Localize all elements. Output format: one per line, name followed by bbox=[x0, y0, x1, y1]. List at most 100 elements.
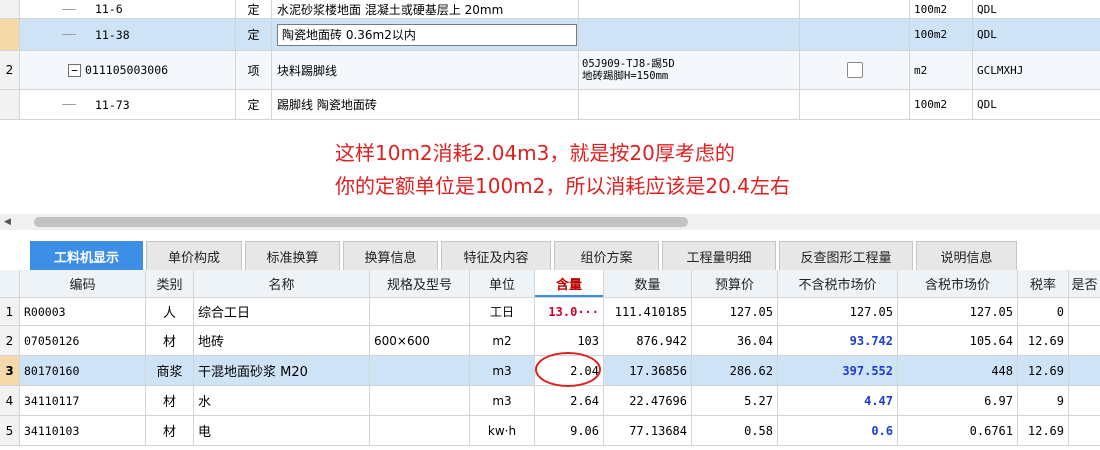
row-name-editor[interactable]: 陶瓷地面砖 0.36m2以内 bbox=[277, 23, 577, 46]
row-market-price-excl-tax[interactable]: 397.552 bbox=[778, 356, 898, 385]
row-market-price-incl-tax[interactable]: 127.05 bbox=[898, 298, 1018, 325]
row-market-price-excl-tax[interactable]: 127.05 bbox=[778, 298, 898, 325]
header-amount[interactable]: 数量 bbox=[604, 270, 692, 297]
header-name[interactable]: 名称 bbox=[194, 270, 370, 297]
row-qty[interactable]: 103 bbox=[535, 326, 604, 355]
table-row[interactable]: 11-6 定 水泥砂浆楼地面 混凝土或硬基层上 20mm 100m2 QDL bbox=[0, 0, 1100, 19]
tab-conversion-info[interactable]: 换算信息 bbox=[343, 241, 438, 270]
row-rule: GCLMXHJ bbox=[977, 63, 1024, 77]
header-code[interactable]: 编码 bbox=[20, 270, 146, 297]
row-spec bbox=[370, 386, 470, 415]
scrollbar-thumb[interactable] bbox=[34, 217, 688, 227]
tab-unit-price-composition[interactable]: 单价构成 bbox=[146, 241, 242, 270]
row-market-price-excl-tax[interactable]: 0.6 bbox=[778, 416, 898, 445]
row-whether bbox=[1069, 326, 1100, 355]
table-row[interactable]: 11-73 定 踢脚线 陶瓷地面砖 100m2 QDL bbox=[0, 90, 1100, 120]
row-unit: m3 bbox=[470, 386, 535, 415]
header-qty-underline bbox=[535, 295, 603, 297]
row-name: 块料踢脚线 bbox=[272, 51, 579, 89]
row-tax-rate[interactable]: 12.69 bbox=[1018, 356, 1069, 385]
row-check-cell bbox=[800, 90, 910, 119]
row-unit: m2 bbox=[470, 326, 535, 355]
row-tax-rate[interactable]: 9 bbox=[1018, 386, 1069, 415]
scroll-left-icon[interactable]: ◀ bbox=[4, 217, 11, 227]
row-qty[interactable]: 9.06 bbox=[535, 416, 604, 445]
row-spec-line: 地砖踢脚H=150mm bbox=[582, 70, 669, 82]
row-tax-rate[interactable]: 12.69 bbox=[1018, 416, 1069, 445]
row-rule: QDL bbox=[977, 28, 997, 41]
header-tax-rate[interactable]: 税率 bbox=[1018, 270, 1069, 297]
tab-quantity-details[interactable]: 工程量明细 bbox=[662, 241, 776, 270]
row-code: 11-38 bbox=[20, 19, 236, 50]
tab-standard-conversion[interactable]: 标准换算 bbox=[245, 241, 340, 270]
row-name: 水泥砂浆楼地面 混凝土或硬基层上 20mm bbox=[272, 0, 579, 18]
header-budget-price[interactable]: 预算价 bbox=[692, 270, 778, 297]
row-unit: m2 bbox=[910, 51, 973, 89]
row-code: 11-6 bbox=[20, 0, 236, 18]
row-index: 3 bbox=[0, 356, 20, 385]
row-spec bbox=[370, 416, 470, 445]
row-amount: 22.47696 bbox=[604, 386, 692, 415]
row-qty[interactable]: 2.64 bbox=[535, 386, 604, 415]
row-type: 定 bbox=[236, 19, 272, 50]
table-row-selected[interactable]: 11-38 定 陶瓷地面砖 0.36m2以内 100m2 QDL bbox=[0, 19, 1100, 51]
tab-features-content[interactable]: 特征及内容 bbox=[441, 241, 551, 270]
row-code: 07050126 bbox=[20, 326, 146, 355]
table-header: 编码 类别 名称 规格及型号 单位 含量 数量 预算价 不含税市场价 含税市场价… bbox=[0, 270, 1100, 298]
table-row[interactable]: 4 34110117 材 水 m3 2.64 22.47696 5.27 4.4… bbox=[0, 386, 1100, 416]
row-type: 定 bbox=[236, 90, 272, 119]
row-index: 2 bbox=[0, 326, 20, 355]
row-amount: 77.13684 bbox=[604, 416, 692, 445]
row-market-price-incl-tax[interactable]: 0.6761 bbox=[898, 416, 1018, 445]
header-market-price-incl-tax[interactable]: 含税市场价 bbox=[898, 270, 1018, 297]
row-code: 11-73 bbox=[20, 90, 236, 119]
row-tax-rate[interactable]: 0 bbox=[1018, 298, 1069, 325]
tab-bar: 工料机显示 单价构成 标准换算 换算信息 特征及内容 组价方案 工程量明细 反查… bbox=[0, 232, 1100, 270]
tree-branch bbox=[62, 34, 76, 35]
row-market-price-incl-tax[interactable]: 6.97 bbox=[898, 386, 1018, 415]
row-check-cell bbox=[800, 0, 910, 18]
header-spec[interactable]: 规格及型号 bbox=[370, 270, 470, 297]
row-check-cell bbox=[800, 19, 910, 50]
row-name: 踢脚线 陶瓷地面砖 bbox=[272, 90, 579, 119]
table-row[interactable]: 1 R00003 人 综合工日 工日 13.0··· 111.410185 12… bbox=[0, 298, 1100, 326]
header-whether[interactable]: 是否 bbox=[1069, 270, 1100, 297]
row-type: 材 bbox=[146, 386, 194, 415]
row-market-price-excl-tax[interactable]: 4.47 bbox=[778, 386, 898, 415]
row-whether bbox=[1069, 416, 1100, 445]
row-market-price-incl-tax[interactable]: 105.64 bbox=[898, 326, 1018, 355]
table-row[interactable]: 2 07050126 材 地砖 600×600 m2 103 876.942 3… bbox=[0, 326, 1100, 356]
tab-labor-material-machine[interactable]: 工料机显示 bbox=[30, 241, 143, 270]
header-type[interactable]: 类别 bbox=[146, 270, 194, 297]
row-type: 人 bbox=[146, 298, 194, 325]
table-row[interactable]: 2 − 011105003006 项 块料踢脚线 05J909-TJ8-踢5D … bbox=[0, 51, 1100, 90]
tab-description-info[interactable]: 说明信息 bbox=[916, 241, 1017, 270]
row-code-cell: − 011105003006 bbox=[20, 51, 236, 89]
row-unit: 100m2 bbox=[910, 90, 973, 119]
collapse-icon[interactable]: − bbox=[68, 63, 81, 77]
table-row[interactable]: 5 34110103 材 电 kw·h 9.06 77.13684 0.58 0… bbox=[0, 416, 1100, 446]
row-name: 水 bbox=[194, 386, 370, 415]
row-budget-price: 286.62 bbox=[692, 356, 778, 385]
row-checkbox[interactable] bbox=[846, 62, 863, 78]
tab-pricing-scheme[interactable]: 组价方案 bbox=[554, 241, 659, 270]
row-type: 商浆 bbox=[146, 356, 194, 385]
horizontal-scrollbar[interactable]: ◀ bbox=[0, 214, 1100, 230]
row-market-price-incl-tax[interactable]: 448 bbox=[898, 356, 1018, 385]
row-spec-line: 05J909-TJ8-踢5D bbox=[582, 58, 675, 70]
row-spec bbox=[579, 0, 800, 18]
tab-reverse-graphic-quantity[interactable]: 反查图形工程量 bbox=[779, 241, 913, 270]
row-name-cell[interactable]: 陶瓷地面砖 0.36m2以内 bbox=[272, 19, 579, 50]
row-index: 2 bbox=[0, 51, 20, 89]
row-unit: 100m2 bbox=[910, 0, 973, 18]
header-index bbox=[0, 270, 20, 297]
row-unit: 100m2 bbox=[910, 19, 973, 50]
header-qty[interactable]: 含量 bbox=[535, 270, 604, 297]
row-market-price-excl-tax[interactable]: 93.742 bbox=[778, 326, 898, 355]
row-budget-price: 0.58 bbox=[692, 416, 778, 445]
row-code: 34110103 bbox=[20, 416, 146, 445]
row-qty[interactable]: 13.0··· bbox=[535, 298, 604, 325]
header-unit[interactable]: 单位 bbox=[470, 270, 535, 297]
row-tax-rate[interactable]: 12.69 bbox=[1018, 326, 1069, 355]
header-market-price-excl-tax[interactable]: 不含税市场价 bbox=[778, 270, 898, 297]
